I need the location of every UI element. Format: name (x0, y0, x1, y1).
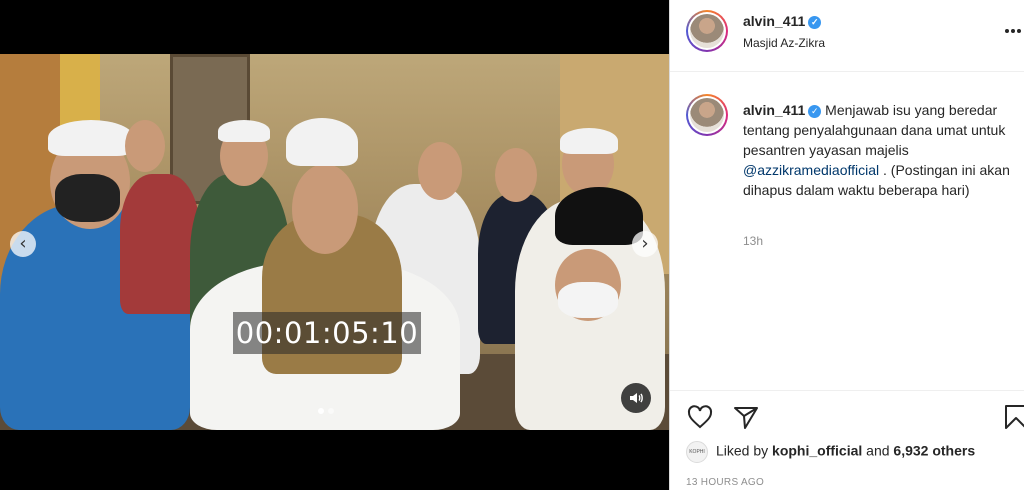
caption-author-avatar[interactable] (686, 94, 728, 136)
more-options-icon[interactable] (1005, 24, 1024, 38)
media-panel: 00:01:05:10 ‹ › (0, 0, 669, 490)
person-cap (218, 120, 270, 142)
liker-avatar[interactable]: KOPHI (686, 441, 708, 463)
avatar-image (690, 14, 724, 48)
post-viewer: 00:01:05:10 ‹ › alvin_411 ✓ Masjid Az-Zi… (0, 0, 1024, 490)
caption-text: alvin_411 ✓ Menjawab isu yang beredar ten… (743, 100, 1013, 200)
author-username[interactable]: alvin_411 ✓ (743, 13, 822, 29)
liker-username[interactable]: kophi_official (772, 443, 862, 459)
post-location[interactable]: Masjid Az-Zikra (743, 36, 825, 50)
carousel-indicator (318, 408, 334, 414)
caption-mention-link[interactable]: @azzikramediaofficial (743, 162, 879, 178)
person-cap (560, 128, 618, 154)
video-timecode: 00:01:05:10 (233, 312, 421, 354)
speaker-icon (630, 393, 643, 403)
caption-username[interactable]: alvin_411 (743, 102, 805, 118)
post-header: alvin_411 ✓ Masjid Az-Zikra (670, 0, 1024, 72)
video-player[interactable] (0, 54, 669, 430)
likes-count-link[interactable]: 6,932 others (893, 443, 975, 459)
chevron-right-icon: › (641, 233, 649, 254)
avatar-image (690, 98, 724, 132)
person-head (495, 148, 537, 202)
person-head (418, 142, 462, 200)
post-timestamp: 13 HOURS AGO (686, 477, 765, 488)
person-red-shirt (120, 174, 200, 314)
heart-icon[interactable] (686, 403, 714, 431)
person-cap (286, 118, 358, 166)
person-mask (558, 282, 618, 318)
sound-toggle-button[interactable] (621, 383, 651, 413)
person-mask (55, 174, 120, 222)
post-details-panel: alvin_411 ✓ Masjid Az-Zikra alvin_411 ✓ Me… (669, 0, 1024, 490)
caption-time: 13h (743, 234, 764, 248)
carousel-prev-button[interactable]: ‹ (10, 231, 36, 257)
post-caption: alvin_411 ✓ Menjawab isu yang beredar ten… (670, 72, 1024, 390)
chevron-left-icon: ‹ (19, 233, 27, 254)
person-head (125, 120, 165, 172)
carousel-dot (318, 408, 324, 414)
carousel-dot (328, 408, 334, 414)
verified-badge-icon: ✓ (808, 104, 822, 118)
post-actions: KOPHI Liked by kophi_official and 6,932 o… (670, 390, 1024, 490)
person-head (292, 164, 358, 254)
bookmark-icon[interactable] (1002, 403, 1024, 431)
person-black-cap (555, 187, 643, 245)
carousel-next-button[interactable]: › (632, 231, 658, 257)
author-avatar[interactable] (686, 10, 728, 52)
share-icon[interactable] (732, 403, 760, 431)
person-cap (48, 120, 134, 156)
likes-summary: KOPHI Liked by kophi_official and 6,932 o… (686, 441, 975, 463)
verified-badge-icon: ✓ (808, 15, 822, 29)
